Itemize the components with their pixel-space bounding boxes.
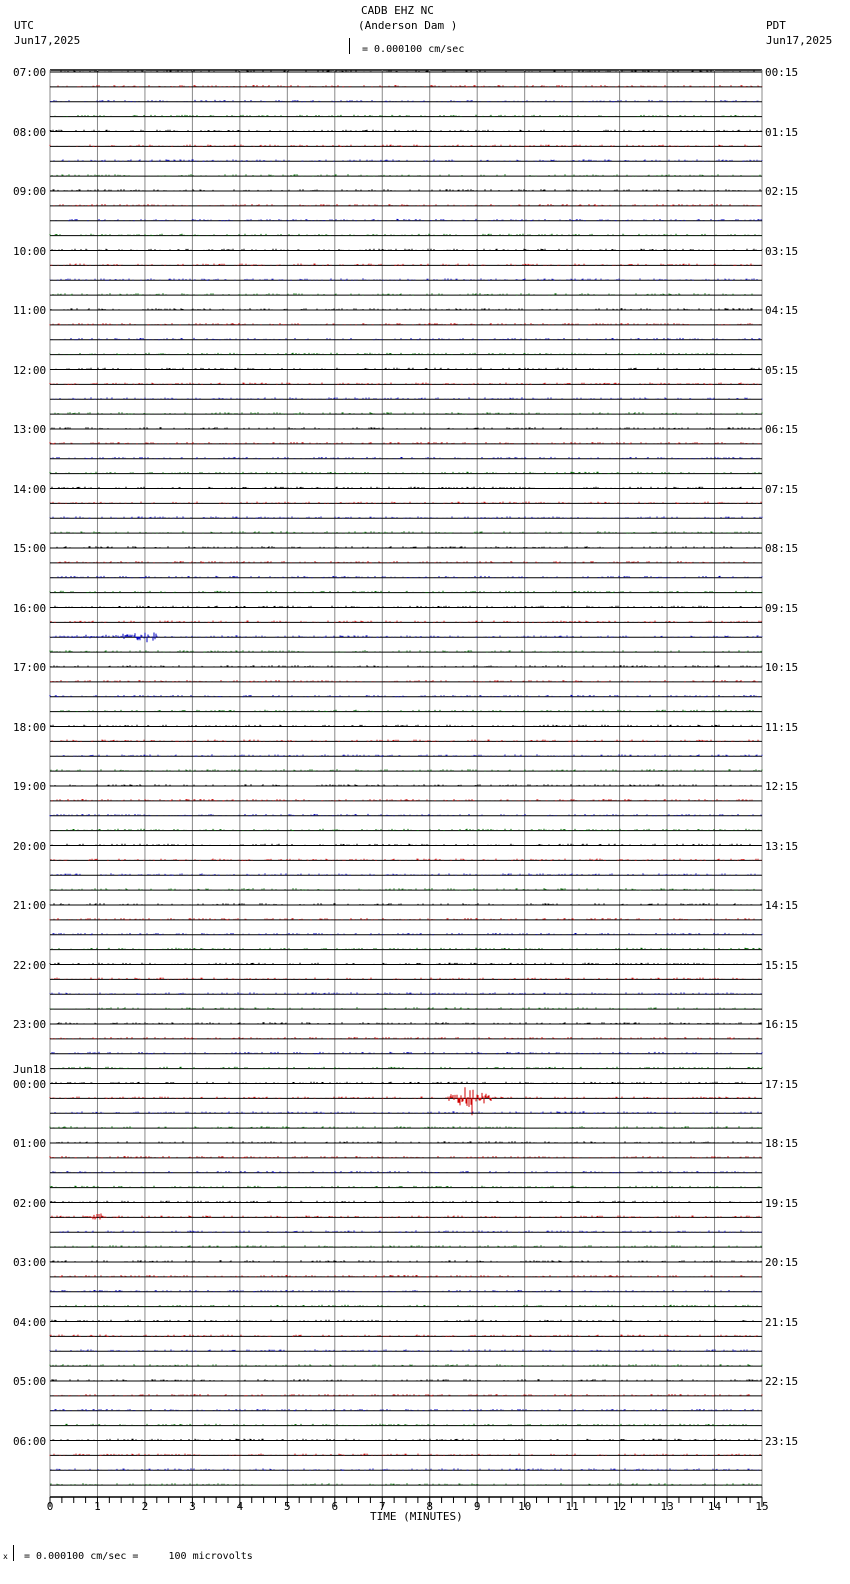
utc-hour-label: 09:00 (13, 185, 47, 198)
utc-hour-label: 17:00 (13, 661, 47, 674)
pdt-hour-label: 14:15 (765, 899, 799, 912)
utc-hour-label: 19:00 (13, 780, 47, 793)
utc-hour-label: 10:00 (13, 244, 47, 258)
utc-hour-label: 00:00 (13, 1077, 47, 1091)
x-tick-label: 7 (378, 1500, 386, 1513)
seismic-trace (49, 1087, 757, 1116)
utc-hour-label: 12:00 (13, 363, 47, 377)
utc-hour-label: 03:00 (13, 1256, 47, 1269)
utc-hour-label: 18:00 (13, 720, 47, 734)
utc-hour-label: 23:00 (13, 1018, 47, 1031)
pdt-hour-label: 07:15 (765, 482, 799, 496)
x-tick-label: 8 (426, 1500, 434, 1513)
seismic-trace (50, 1213, 763, 1220)
pdt-hour-label: 18:15 (765, 1137, 799, 1150)
footer-scale-note: = 0.000100 cm/sec = 100 microvolts (24, 1551, 253, 1562)
utc-hour-label: 01:00 (13, 1137, 47, 1150)
pdt-hour-label: 11:15 (765, 720, 799, 734)
utc-hour-label: 08:00 (13, 125, 47, 139)
x-tick-label: 13 (660, 1500, 674, 1513)
x-tick-label: 14 (707, 1500, 722, 1513)
pdt-hour-label: 12:15 (765, 780, 799, 793)
helicorder-plot (49, 69, 763, 1507)
pdt-hour-label: 03:15 (765, 244, 799, 258)
pdt-hour-label: 15:15 (765, 958, 799, 972)
utc-hour-label: 15:00 (13, 542, 47, 555)
utc-hour-label: 22:00 (13, 958, 47, 972)
x-tick-label: 2 (141, 1500, 149, 1513)
x-tick-label: 1 (94, 1500, 101, 1513)
pdt-hour-label: 17:15 (765, 1077, 799, 1091)
x-tick-label: 15 (755, 1500, 769, 1513)
pdt-hour-label: 23:15 (765, 1434, 799, 1448)
utc-hour-label: 07:00 (13, 66, 47, 79)
pdt-hour-label: 22:15 (765, 1375, 799, 1388)
utc-hour-label: 06:00 (13, 1434, 47, 1448)
utc-hour-label: 21:00 (13, 899, 47, 912)
x-tick-label: 10 (518, 1500, 532, 1513)
utc-hour-label: 05:00 (13, 1375, 47, 1388)
pdt-hour-label: 01:15 (765, 125, 799, 139)
pdt-hour-label: 05:15 (765, 363, 799, 377)
x-tick-label: 6 (331, 1500, 339, 1513)
utc-hour-label: 16:00 (13, 601, 47, 615)
pdt-hour-label: 19:15 (765, 1196, 799, 1210)
footer-scale-icon: x (3, 1552, 8, 1561)
pdt-hour-label: 20:15 (765, 1256, 799, 1269)
x-tick-label: 4 (236, 1500, 244, 1513)
utc-hour-label: 13:00 (13, 423, 47, 436)
x-tick-label: 0 (46, 1500, 54, 1513)
utc-hour-label: 20:00 (13, 839, 47, 853)
pdt-hour-label: 08:15 (765, 542, 799, 555)
utc-hour-label: 14:00 (13, 482, 47, 496)
pdt-hour-label: 00:15 (765, 66, 799, 79)
pdt-hour-label: 21:15 (765, 1315, 799, 1329)
x-tick-label: 11 (565, 1500, 579, 1513)
pdt-hour-label: 10:15 (765, 661, 799, 674)
x-tick-label: 3 (189, 1500, 196, 1513)
date-change-label: Jun18 (13, 1062, 47, 1076)
pdt-hour-label: 04:15 (765, 304, 799, 317)
footer-scale-bar (13, 1545, 18, 1561)
x-tick-label: 9 (473, 1500, 481, 1513)
pdt-hour-label: 09:15 (765, 601, 799, 615)
pdt-hour-label: 13:15 (765, 839, 799, 853)
pdt-hour-label: 06:15 (765, 423, 799, 436)
x-tick-label: 12 (613, 1500, 627, 1513)
utc-hour-label: 02:00 (13, 1196, 47, 1210)
pdt-hour-label: 16:15 (765, 1018, 799, 1031)
utc-hour-label: 04:00 (13, 1315, 47, 1329)
pdt-hour-label: 02:15 (765, 185, 799, 198)
utc-hour-label: 11:00 (13, 304, 47, 317)
x-tick-label: 5 (284, 1500, 291, 1513)
